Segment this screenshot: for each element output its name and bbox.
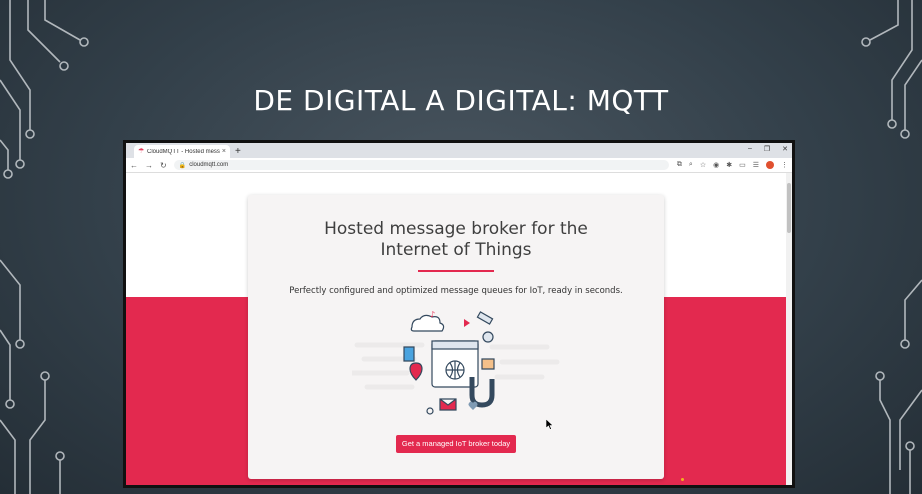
title-divider — [418, 270, 494, 272]
lock-icon: 🔒 — [178, 162, 187, 169]
browser-screenshot-frame: ☂ CloudMQTT - Hosted message b × + – ❐ ✕… — [123, 140, 795, 488]
hero-card: Hosted message broker for the Internet o… — [248, 195, 664, 479]
reload-icon[interactable]: ↻ — [160, 161, 167, 170]
zoom-icon[interactable]: ⌕ — [689, 161, 693, 169]
page-viewport: Hosted message broker for the Internet o… — [126, 173, 786, 485]
address-toolbar: ← → ↻ 🔒 cloudmqtt.com ⧉ ⌕ ☆ ◉ ✱ ▭ ☰ ⋮ — [126, 158, 792, 173]
highlight-dot — [681, 478, 684, 481]
maximize-button[interactable]: ❐ — [764, 145, 770, 153]
profile-avatar[interactable] — [766, 161, 774, 169]
tab-title: CloudMQTT - Hosted message b — [147, 148, 220, 155]
window-controls: – ❐ ✕ — [748, 145, 788, 153]
cloudmqtt-favicon-icon: ☂ — [138, 147, 145, 155]
hero-subtitle: Perfectly configured and optimized messa… — [289, 286, 623, 296]
url-text: cloudmqtt.com — [189, 162, 229, 168]
close-window-button[interactable]: ✕ — [782, 145, 788, 153]
browser-tab[interactable]: ☂ CloudMQTT - Hosted message b × — [134, 145, 230, 158]
cast-icon[interactable]: ▭ — [739, 161, 746, 169]
back-arrow-icon[interactable]: ← — [130, 161, 138, 170]
menu-list-icon[interactable]: ☰ — [753, 161, 759, 169]
hero-title: Hosted message broker for the Internet o… — [324, 219, 588, 260]
get-broker-button[interactable]: Get a managed IoT broker today — [396, 435, 516, 453]
forward-arrow-icon[interactable]: → — [145, 161, 153, 170]
scrollbar-thumb[interactable] — [787, 183, 791, 233]
slide-title: DE DIGITAL A DIGITAL: MQTT — [253, 84, 669, 117]
puzzle-icon[interactable]: ✱ — [726, 161, 732, 169]
bookmark-star-icon[interactable]: ☆ — [700, 161, 706, 169]
mouse-cursor-icon — [546, 419, 554, 430]
tab-close-icon[interactable]: × — [222, 148, 226, 155]
extension-circle-icon[interactable]: ◉ — [713, 161, 719, 169]
page-scrollbar[interactable] — [786, 173, 792, 485]
url-bar[interactable]: 🔒 cloudmqtt.com — [173, 160, 669, 170]
browser-window: ☂ CloudMQTT - Hosted message b × + – ❐ ✕… — [126, 143, 792, 485]
translate-icon[interactable]: ⧉ — [677, 161, 682, 169]
minimize-button[interactable]: – — [748, 145, 752, 153]
tab-bar: ☂ CloudMQTT - Hosted message b × + – ❐ ✕ — [126, 143, 792, 158]
more-menu-icon[interactable]: ⋮ — [781, 161, 788, 169]
extension-icons: ⧉ ⌕ ☆ ◉ ✱ ▭ ☰ ⋮ — [677, 161, 788, 169]
svg-text:♪: ♪ — [430, 310, 435, 319]
iot-illustration: ♪ — [352, 310, 560, 415]
new-tab-button[interactable]: + — [235, 145, 241, 158]
